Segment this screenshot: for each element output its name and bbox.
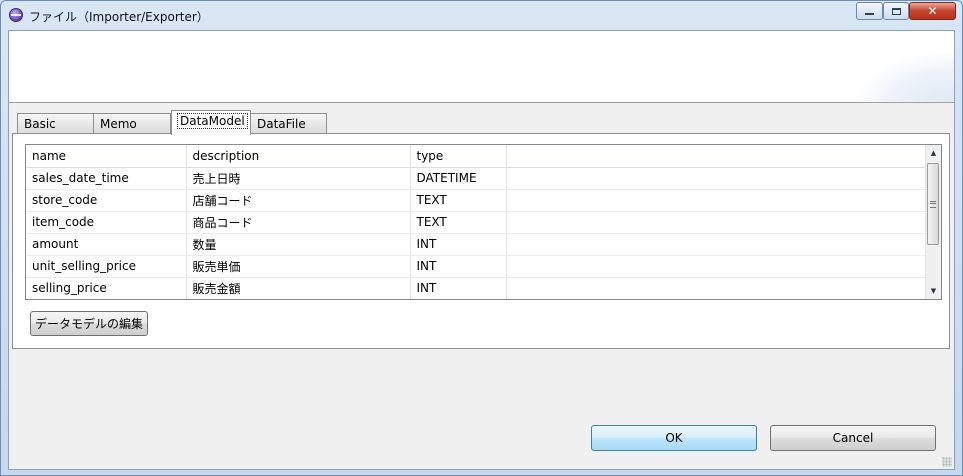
cell-description: 商品コード: [186, 211, 411, 234]
tab-basic[interactable]: Basic: [17, 113, 94, 134]
cell-type: TEXT: [410, 211, 507, 234]
tab-label: DataFile: [257, 117, 306, 131]
cell-name: unit_selling_price: [26, 255, 187, 278]
cell-name: sales_date_time: [26, 167, 187, 190]
cell-description: 数量: [186, 233, 411, 256]
cell-description: 売上日時: [186, 167, 411, 190]
cell-name: item_code: [26, 211, 187, 234]
header-banner: [9, 31, 954, 103]
table-row[interactable]: amount 数量 INT: [26, 233, 926, 256]
cell-description: 販売単価: [186, 255, 411, 278]
column-header-filler: [506, 145, 926, 168]
scroll-up-arrow-icon[interactable]: ▲: [926, 145, 941, 161]
scroll-down-arrow-icon[interactable]: ▼: [926, 283, 941, 299]
cell-empty: [506, 233, 926, 256]
cell-empty: [506, 255, 926, 278]
minimize-icon: [865, 13, 874, 15]
ok-button[interactable]: OK: [591, 425, 757, 451]
maximize-button[interactable]: [883, 2, 909, 20]
cell-type: DATETIME: [410, 167, 507, 190]
table-row[interactable]: store_code 店舗コード TEXT: [26, 189, 926, 212]
window-title: ファイル（Importer/Exporter）: [29, 10, 209, 24]
app-icon: [9, 8, 23, 22]
table-vertical-scrollbar[interactable]: ▲ ▼: [925, 145, 941, 299]
resize-grip-icon[interactable]: [942, 457, 952, 467]
close-icon: ✕: [927, 4, 938, 18]
tab-label: DataModel: [177, 113, 248, 129]
minimize-button[interactable]: [856, 2, 883, 20]
scroll-thumb[interactable]: [927, 163, 939, 245]
cell-empty: [506, 277, 926, 299]
title-bar[interactable]: ファイル（Importer/Exporter） ✕: [1, 1, 962, 29]
cell-empty: [506, 167, 926, 190]
cell-type: INT: [410, 233, 507, 256]
cell-name: store_code: [26, 189, 187, 212]
cell-type: INT: [410, 277, 507, 299]
tab-label: Memo: [100, 117, 137, 131]
cell-empty: [506, 211, 926, 234]
tab-label: Basic: [24, 117, 56, 131]
tab-datamodel[interactable]: DataModel: [171, 110, 251, 135]
cell-description: 販売金額: [186, 277, 411, 299]
close-button[interactable]: ✕: [909, 2, 956, 20]
tab-datafile[interactable]: DataFile: [250, 113, 327, 134]
table-row[interactable]: sales_date_time 売上日時 DATETIME: [26, 167, 926, 190]
table-row[interactable]: item_code 商品コード TEXT: [26, 211, 926, 234]
cell-type: TEXT: [410, 189, 507, 212]
dialog-window: ファイル（Importer/Exporter） ✕ Basic Memo Dat…: [0, 0, 963, 476]
cell-description: 店舗コード: [186, 189, 411, 212]
data-model-table[interactable]: name description type sales_date_time 売上…: [25, 144, 942, 300]
dialog-client-area: Basic Memo DataModel DataFile name descr…: [8, 30, 955, 470]
table-header-row: name description type: [26, 145, 926, 168]
cell-type: INT: [410, 255, 507, 278]
column-header-type[interactable]: type: [410, 145, 507, 168]
cancel-button[interactable]: Cancel: [770, 425, 936, 451]
cell-name: amount: [26, 233, 187, 256]
grip-icon: [930, 200, 936, 208]
datamodel-panel: name description type sales_date_time 売上…: [12, 133, 950, 349]
column-header-description[interactable]: description: [186, 145, 411, 168]
tab-memo[interactable]: Memo: [93, 113, 171, 134]
cell-name: selling_price: [26, 277, 187, 299]
edit-data-model-button[interactable]: データモデルの編集: [30, 311, 148, 336]
table-row[interactable]: unit_selling_price 販売単価 INT: [26, 255, 926, 278]
cell-empty: [506, 189, 926, 212]
maximize-icon: [891, 7, 901, 15]
column-header-name[interactable]: name: [26, 145, 187, 168]
table-row[interactable]: selling_price 販売金額 INT: [26, 277, 926, 299]
